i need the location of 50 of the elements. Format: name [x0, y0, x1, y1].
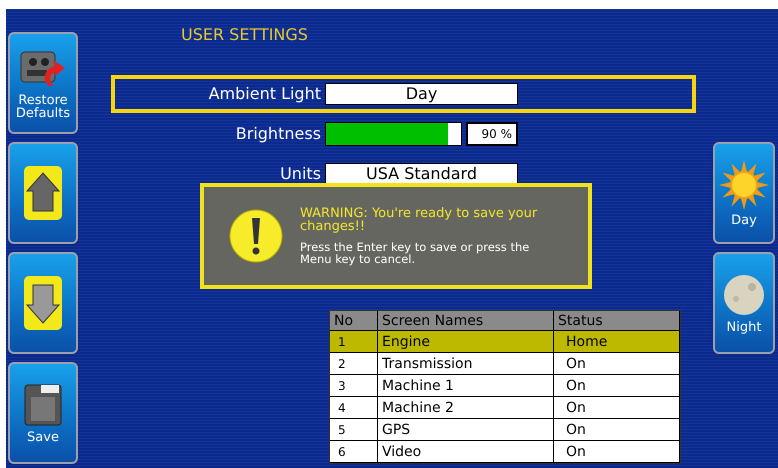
table-cell: 4	[330, 397, 378, 418]
table-cell: Video	[378, 441, 554, 462]
box-icon	[23, 382, 63, 426]
table-row[interactable]: 5 GPS On	[330, 419, 680, 441]
table-row[interactable]: 2 Transmission On	[330, 353, 680, 375]
table-row[interactable]: 4 Machine 2 On	[330, 397, 680, 419]
side-button[interactable]	[8, 252, 78, 354]
table-cell: 5	[330, 419, 378, 440]
table-cell: On	[554, 353, 680, 374]
table-cell: 2	[330, 353, 378, 374]
column-header: No	[330, 311, 378, 330]
warning-heading: WARNING: You're ready to save your changes!!	[300, 207, 538, 233]
select-field[interactable]: Day	[325, 83, 518, 105]
side-button[interactable]: Day	[713, 142, 775, 244]
table-cell: 3	[330, 375, 378, 396]
column-header: Status	[554, 311, 680, 330]
table-cell: Home	[554, 331, 680, 352]
setting-row[interactable]: Units USA Standard	[111, 155, 696, 193]
table-cell: 6	[330, 441, 378, 462]
page-title: USER SETTINGS	[181, 24, 309, 46]
side-button[interactable]: Save	[8, 362, 78, 464]
table-cell: Transmission	[378, 353, 554, 374]
table-cell: Engine	[378, 331, 554, 352]
warning-message: Press the Enter key to save or press the Menu key to cancel.	[300, 241, 530, 265]
table-cell: On	[554, 419, 680, 440]
column-header: Screen Names	[378, 311, 554, 330]
side-button[interactable]: Night	[713, 252, 775, 354]
setting-label: Ambient Light	[208, 83, 322, 105]
side-button[interactable]: Restore Defaults	[8, 32, 78, 134]
table-cell: On	[554, 441, 680, 462]
selected-setting-row[interactable]: Ambient Light Day	[111, 75, 696, 113]
select-field[interactable]: USA Standard	[325, 163, 518, 185]
setting-label: Brightness	[234, 123, 322, 145]
table-cell: Machine 1	[378, 375, 554, 396]
setting-row[interactable]: Brightness 90 %	[111, 115, 696, 153]
brightness-bar[interactable]	[325, 122, 462, 146]
brightness-reading: 90 %	[466, 122, 518, 146]
table-row[interactable]: 6 Video On	[330, 441, 680, 463]
table-cell: 1	[330, 331, 378, 352]
table-cell: On	[554, 397, 680, 418]
table-row[interactable]: 3 Machine 1 On	[330, 375, 680, 397]
sun-icon	[719, 160, 769, 210]
selected-table-row[interactable]: 1 Engine Home	[330, 331, 680, 353]
side-button[interactable]	[8, 142, 78, 244]
table-cell: Machine 2	[378, 397, 554, 418]
table-cell: GPS	[378, 419, 554, 440]
moon-icon	[722, 272, 766, 316]
setting-label: Units	[279, 163, 322, 185]
warning-icon	[228, 208, 284, 264]
table-cell: On	[554, 375, 680, 396]
